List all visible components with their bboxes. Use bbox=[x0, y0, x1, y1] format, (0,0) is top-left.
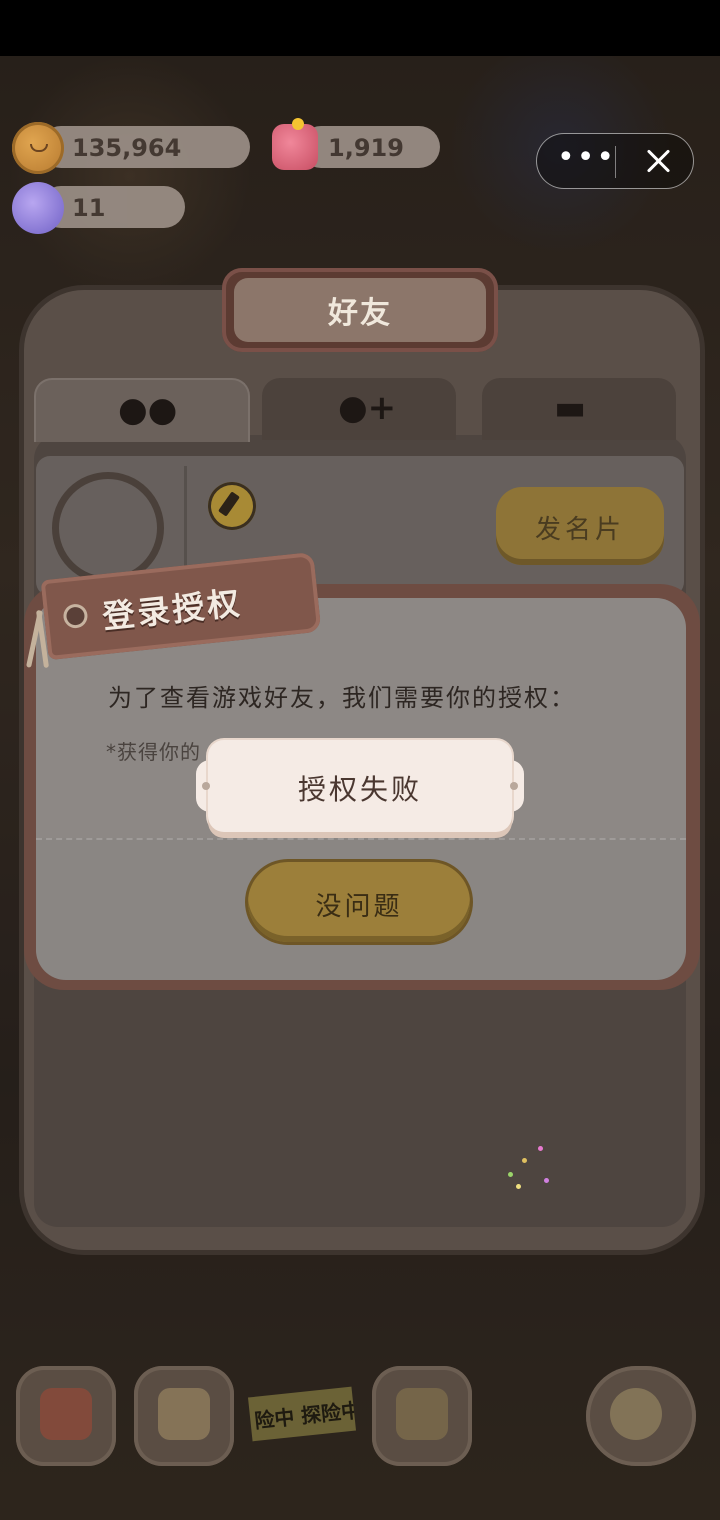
cookie-count: 135,964 bbox=[72, 134, 182, 162]
toast-message: 授权失败 bbox=[297, 773, 422, 806]
auth-dialog-detail: *获得你的 bbox=[106, 740, 201, 764]
tab-add-friend[interactable]: ●+ bbox=[262, 378, 456, 440]
miniprogram-capsule: ••• bbox=[536, 133, 694, 189]
dock-shop-button[interactable] bbox=[372, 1366, 472, 1466]
adventure-tape-label: 险中 探险中 bbox=[253, 1397, 357, 1433]
tag-hole bbox=[65, 606, 86, 626]
shop-icon bbox=[396, 1388, 448, 1440]
panel-title: 好友 bbox=[328, 296, 392, 331]
capsule-divider bbox=[615, 146, 616, 178]
character-icon bbox=[610, 1388, 662, 1440]
sparkle bbox=[522, 1158, 527, 1163]
crystal-count: 11 bbox=[72, 194, 106, 222]
send-card-label: 发名片 bbox=[534, 515, 625, 545]
tab-friends[interactable]: ●● bbox=[34, 378, 250, 442]
cookie-counter: 135,964 bbox=[40, 126, 250, 168]
more-dots-icon[interactable]: ••• bbox=[557, 143, 614, 176]
status-bar bbox=[0, 0, 720, 56]
edit-icon[interactable] bbox=[208, 482, 256, 530]
jelly-icon bbox=[272, 118, 318, 170]
close-icon[interactable] bbox=[637, 140, 679, 182]
auth-dialog-message: 为了查看游戏好友，我们需要你的授权： bbox=[108, 684, 576, 712]
ok-button[interactable]: 没问题 bbox=[248, 862, 470, 942]
jelly-counter: 1,919 bbox=[300, 126, 440, 168]
sparkle bbox=[508, 1172, 513, 1177]
sparkle bbox=[516, 1184, 521, 1189]
auth-dialog-title: 登录授权 bbox=[100, 583, 244, 637]
avatar[interactable] bbox=[52, 472, 164, 584]
cookie-icon bbox=[12, 122, 64, 174]
add-friend-icon: ●+ bbox=[338, 388, 397, 428]
tab-briefcase[interactable]: ▬ bbox=[482, 378, 676, 440]
briefcase-icon: ▬ bbox=[554, 388, 587, 428]
panel-title-plate: 好友 bbox=[222, 268, 498, 352]
jelly-count: 1,919 bbox=[328, 134, 404, 162]
dock-notebook-button[interactable] bbox=[134, 1366, 234, 1466]
dock-character-button[interactable] bbox=[586, 1366, 696, 1466]
house-icon bbox=[40, 1388, 92, 1440]
friends-icon: ●● bbox=[118, 390, 178, 430]
sparkle bbox=[538, 1146, 543, 1151]
send-card-button[interactable]: 发名片 bbox=[496, 487, 664, 565]
ok-button-label: 没问题 bbox=[315, 892, 403, 922]
notebook-icon bbox=[158, 1388, 210, 1440]
tag-rope bbox=[28, 610, 50, 670]
dock-house-button[interactable] bbox=[16, 1366, 116, 1466]
crystal-icon bbox=[12, 182, 64, 234]
sparkle bbox=[544, 1178, 549, 1183]
